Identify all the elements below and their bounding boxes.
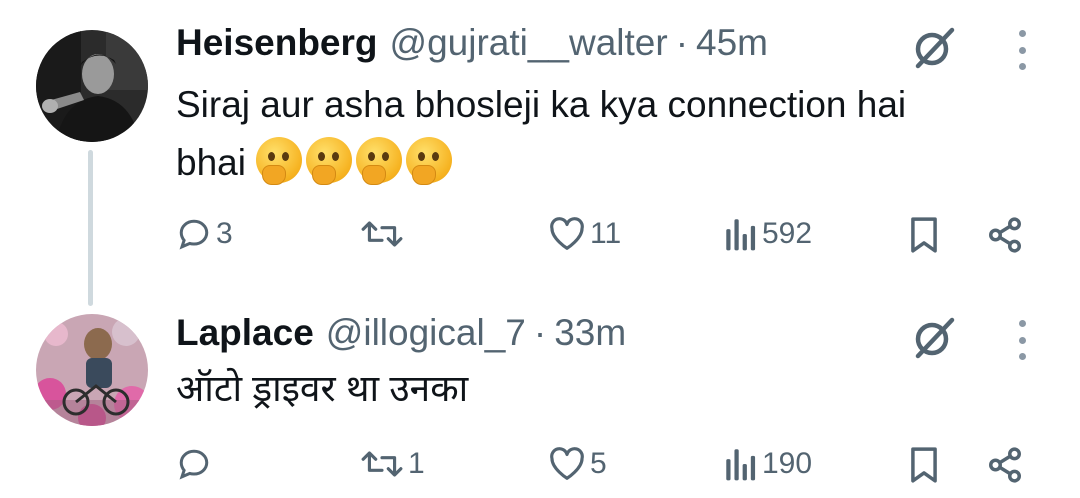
- tweet-laplace[interactable]: Laplace @illogical_7 · 33m ऑटो ड्राइवर थ…: [0, 300, 1080, 498]
- tweet-text: ऑटो ड्राइवर था उनका: [176, 360, 1056, 418]
- display-name[interactable]: Laplace: [176, 312, 314, 354]
- separator: ·: [533, 312, 547, 353]
- repost-button[interactable]: 1: [360, 446, 425, 482]
- views-chart-icon: [726, 219, 756, 251]
- action-bar: 1 5 190: [0, 442, 1080, 492]
- reply-icon: [179, 219, 209, 250]
- tweet-header: Heisenberg @gujrati__walter · 45m: [176, 22, 768, 64]
- views-button[interactable]: 190: [724, 446, 812, 482]
- timestamp[interactable]: 33m: [554, 312, 626, 354]
- tweet-text-line-2: bhai: [176, 134, 1056, 192]
- bookmark-button[interactable]: [908, 446, 940, 484]
- views-button[interactable]: 592: [724, 216, 812, 252]
- bookmark-icon: [911, 447, 937, 483]
- more-vertical-icon[interactable]: [1012, 320, 1032, 360]
- like-button[interactable]: 5: [548, 446, 607, 482]
- repost-count: 1: [408, 447, 425, 480]
- more-vertical-icon[interactable]: [1012, 30, 1032, 70]
- like-count: 11: [590, 217, 622, 250]
- grok-icon[interactable]: [908, 312, 960, 364]
- reply-button[interactable]: 3: [176, 216, 233, 252]
- separator: ·: [675, 22, 689, 63]
- reply-count: 3: [216, 217, 233, 250]
- bookmark-icon: [911, 217, 937, 253]
- reply-icon: [179, 449, 209, 480]
- share-button[interactable]: [986, 216, 1024, 254]
- reply-button[interactable]: [176, 446, 216, 482]
- user-handle[interactable]: @gujrati__walter: [390, 22, 668, 64]
- repost-icon: [361, 451, 403, 477]
- tweet-header: Laplace @illogical_7 · 33m: [176, 312, 626, 354]
- share-button[interactable]: [986, 446, 1024, 484]
- user-handle[interactable]: @illogical_7: [326, 312, 526, 354]
- tweet-text-line-1: ऑटो ड्राइवर था उनका: [176, 368, 469, 409]
- thinking-face-icon: [306, 137, 353, 185]
- tweet-heisenberg[interactable]: Heisenberg @gujrati__walter · 45m Siraj …: [0, 0, 1080, 306]
- heart-icon: [550, 447, 584, 480]
- thinking-face-icon: [256, 137, 303, 185]
- tweet-text-line-1: Siraj aur asha bhosleji ka kya connectio…: [176, 84, 907, 125]
- thinking-face-icon: [356, 137, 403, 185]
- tweet-text: Siraj aur asha bhosleji ka kya connectio…: [176, 76, 1056, 192]
- avatar[interactable]: [36, 314, 148, 426]
- bookmark-button[interactable]: [908, 216, 940, 254]
- repost-button[interactable]: [360, 216, 408, 252]
- avatar[interactable]: [36, 30, 148, 142]
- display-name[interactable]: Heisenberg: [176, 22, 378, 64]
- share-icon: [989, 217, 1021, 253]
- repost-icon: [361, 221, 403, 247]
- view-count: 190: [762, 447, 813, 480]
- view-count: 592: [762, 217, 813, 250]
- action-bar: 3 11 592: [0, 212, 1080, 262]
- like-button[interactable]: 11: [548, 216, 621, 252]
- thinking-face-icon: [406, 137, 453, 185]
- share-icon: [989, 447, 1021, 483]
- views-chart-icon: [726, 449, 756, 481]
- grok-icon[interactable]: [908, 22, 960, 74]
- like-count: 5: [590, 447, 607, 480]
- heart-icon: [550, 217, 584, 250]
- timestamp[interactable]: 45m: [696, 22, 768, 64]
